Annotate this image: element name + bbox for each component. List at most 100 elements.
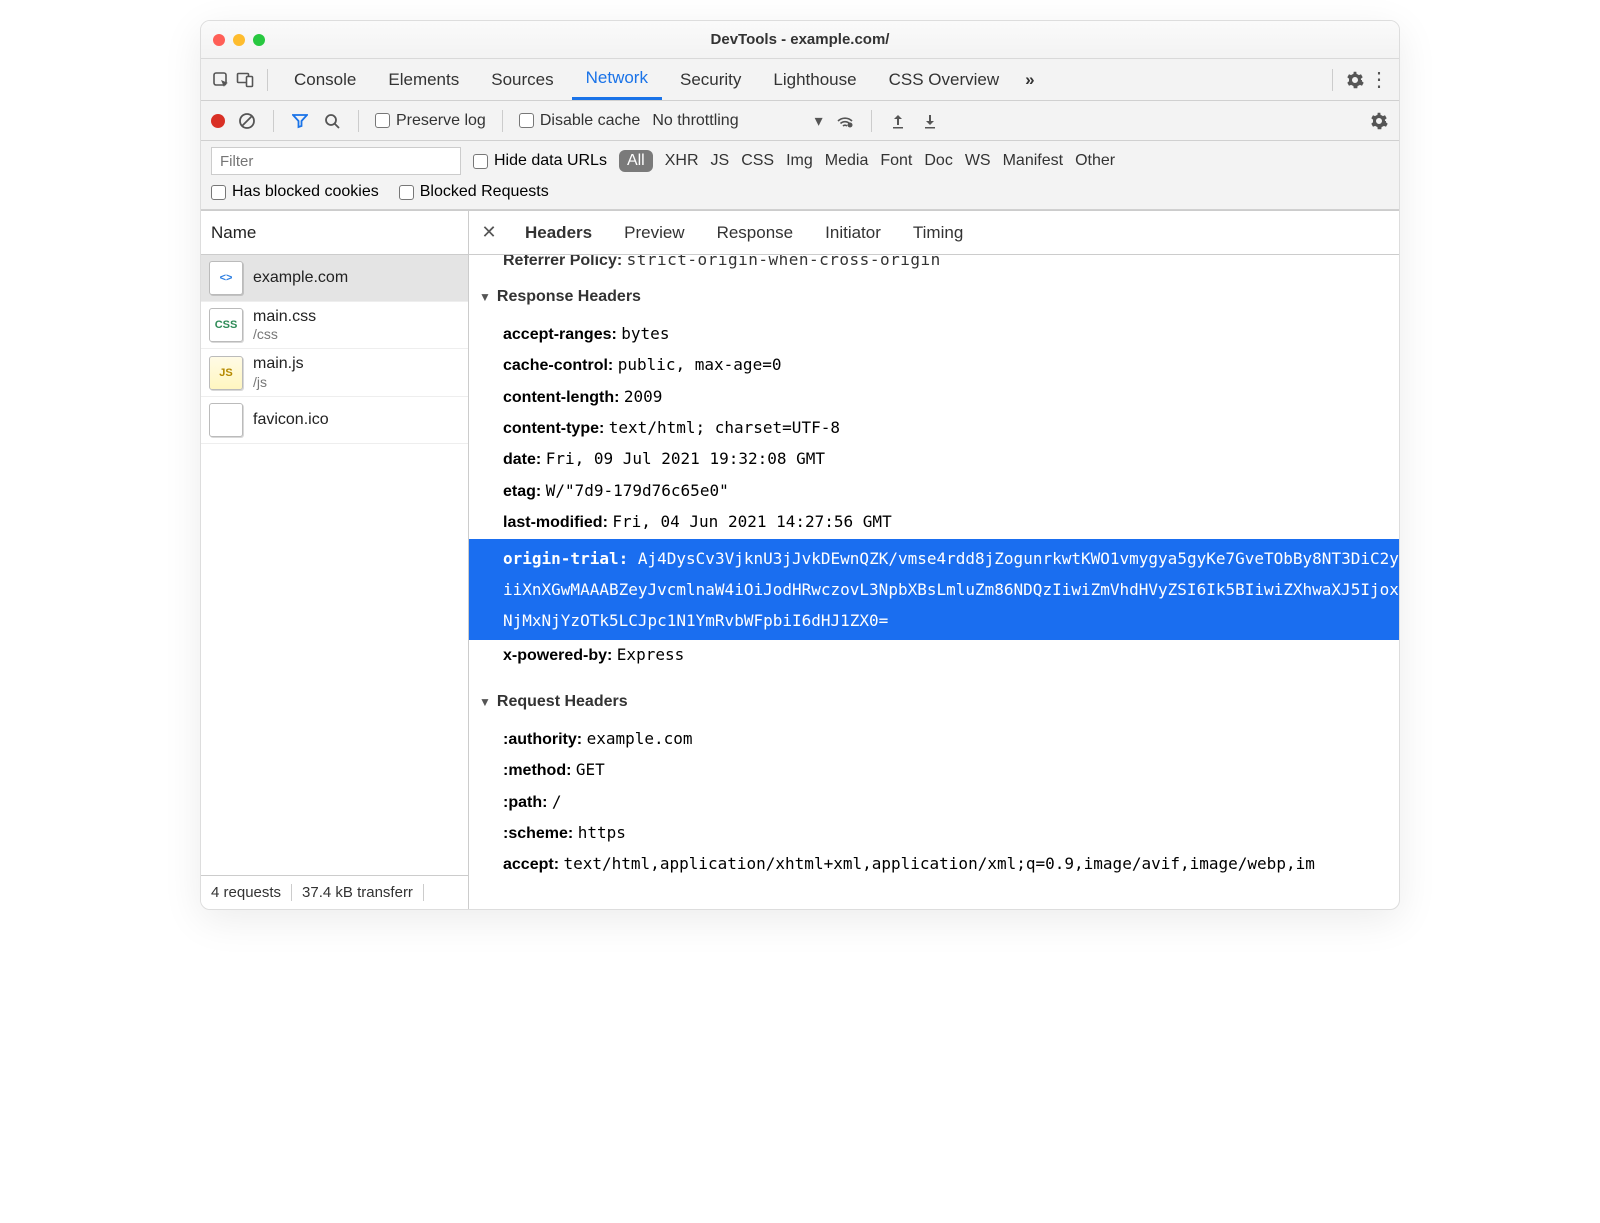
header-key: Referrer Policy:	[503, 255, 622, 269]
search-icon[interactable]	[322, 111, 342, 131]
status-bar: 4 requests 37.4 kB transferr	[201, 875, 468, 909]
triangle-down-icon: ▼	[479, 691, 491, 714]
hide-data-urls-checkbox[interactable]: Hide data URLs	[473, 152, 607, 170]
has-blocked-cookies-checkbox[interactable]: Has blocked cookies	[211, 183, 379, 201]
header-key: origin-trial:	[503, 549, 628, 568]
panel-settings-gear-icon[interactable]	[1369, 111, 1389, 131]
request-path: /css	[253, 326, 316, 342]
request-name: favicon.ico	[253, 411, 329, 429]
blocked-requests-checkbox[interactable]: Blocked Requests	[399, 183, 549, 201]
filter-type-doc[interactable]: Doc	[924, 152, 952, 170]
network-conditions-icon[interactable]	[835, 111, 855, 131]
header-row: accept: text/html,application/xhtml+xml,…	[469, 849, 1399, 880]
filter-type-css[interactable]: CSS	[741, 152, 774, 170]
separator	[267, 69, 268, 91]
has-blocked-cookies-label: Has blocked cookies	[232, 183, 379, 201]
header-row: Referrer Policy: strict-origin-when-cros…	[469, 255, 1399, 276]
device-toolbar-icon[interactable]	[235, 70, 255, 90]
preserve-log-label: Preserve log	[396, 112, 486, 130]
subtab-headers[interactable]: Headers	[509, 211, 608, 254]
filter-type-all[interactable]: All	[619, 150, 653, 172]
request-list-panel: Name <> example.com CSS main.css /css JS	[201, 211, 469, 909]
file-css-icon: CSS	[209, 308, 243, 342]
inspect-element-icon[interactable]	[211, 70, 231, 90]
filter-type-media[interactable]: Media	[825, 152, 869, 170]
request-name: main.js	[253, 355, 304, 373]
subtab-response[interactable]: Response	[701, 211, 810, 254]
disable-cache-checkbox[interactable]: Disable cache	[519, 112, 641, 130]
disable-cache-label: Disable cache	[540, 112, 641, 130]
request-count: 4 requests	[201, 884, 291, 901]
header-row: :method: GET	[469, 755, 1399, 786]
separator	[1332, 69, 1333, 91]
close-details-button[interactable]: ✕	[469, 222, 509, 243]
request-row[interactable]: CSS main.css /css	[201, 302, 468, 349]
filter-input[interactable]	[211, 147, 461, 175]
filter-type-other[interactable]: Other	[1075, 152, 1115, 170]
subtab-preview[interactable]: Preview	[608, 211, 700, 254]
subtab-initiator[interactable]: Initiator	[809, 211, 897, 254]
tab-network[interactable]: Network	[572, 59, 662, 100]
tab-sources[interactable]: Sources	[477, 59, 567, 100]
tab-css-overview[interactable]: CSS Overview	[875, 59, 1014, 100]
request-headers-title: Request Headers	[497, 687, 628, 717]
hide-data-urls-label: Hide data URLs	[494, 152, 607, 170]
blocked-requests-label: Blocked Requests	[420, 183, 549, 201]
record-button[interactable]	[211, 114, 225, 128]
kebab-menu-icon[interactable]: ⋮	[1369, 70, 1389, 90]
transfer-size: 37.4 kB transferr	[291, 884, 424, 901]
headers-content[interactable]: Referrer Policy: strict-origin-when-cros…	[469, 255, 1399, 909]
filter-type-xhr[interactable]: XHR	[665, 152, 699, 170]
header-row: etag: W/"7d9-179d76c65e0"	[469, 476, 1399, 507]
tab-console[interactable]: Console	[280, 59, 370, 100]
panel-tabs: Console Elements Sources Network Securit…	[201, 59, 1399, 101]
file-html-icon: <>	[209, 261, 243, 295]
throttling-select[interactable]: No throttling ▾	[652, 111, 822, 131]
header-row: content-length: 2009	[469, 382, 1399, 413]
header-row: date: Fri, 09 Jul 2021 19:32:08 GMT	[469, 444, 1399, 475]
filter-type-img[interactable]: Img	[786, 152, 813, 170]
header-value: strict-origin-when-cross-origin	[627, 255, 941, 269]
header-row: :authority: example.com	[469, 724, 1399, 755]
main-split: Name <> example.com CSS main.css /css JS	[201, 210, 1399, 909]
header-row: cache-control: public, max-age=0	[469, 350, 1399, 381]
header-row-highlighted[interactable]: origin-trial: Aj4DysCv3VjknU3jJvkDEwnQZK…	[469, 539, 1399, 641]
tab-lighthouse[interactable]: Lighthouse	[759, 59, 870, 100]
clear-icon[interactable]	[237, 111, 257, 131]
details-panel: ✕ Headers Preview Response Initiator Tim…	[469, 211, 1399, 909]
header-row: x-powered-by: Express	[469, 640, 1399, 671]
filter-funnel-icon[interactable]	[290, 111, 310, 131]
preserve-log-checkbox[interactable]: Preserve log	[375, 112, 486, 130]
request-row[interactable]: favicon.ico	[201, 397, 468, 444]
subtab-timing[interactable]: Timing	[897, 211, 979, 254]
tab-security[interactable]: Security	[666, 59, 755, 100]
settings-gear-icon[interactable]	[1345, 70, 1365, 90]
upload-har-icon[interactable]	[888, 111, 908, 131]
request-row[interactable]: JS main.js /js	[201, 349, 468, 396]
download-har-icon[interactable]	[920, 111, 940, 131]
response-headers-toggle[interactable]: ▼ Response Headers	[469, 276, 1399, 318]
request-headers-toggle[interactable]: ▼ Request Headers	[469, 681, 1399, 723]
triangle-down-icon: ▼	[479, 286, 491, 309]
request-row[interactable]: <> example.com	[201, 255, 468, 302]
tab-more[interactable]: »	[1017, 59, 1042, 100]
request-list: <> example.com CSS main.css /css JS main…	[201, 255, 468, 875]
network-toolbar: Preserve log Disable cache No throttling…	[201, 101, 1399, 141]
header-row: accept-ranges: bytes	[469, 319, 1399, 350]
tab-elements[interactable]: Elements	[374, 59, 473, 100]
header-row: content-type: text/html; charset=UTF-8	[469, 413, 1399, 444]
response-headers-title: Response Headers	[497, 282, 641, 312]
column-header-name[interactable]: Name	[201, 211, 468, 255]
header-value: Aj4DysCv3VjknU3jJvkDEwnQZK/vmse4rdd8jZog…	[503, 549, 1399, 630]
file-js-icon: JS	[209, 356, 243, 390]
filter-type-ws[interactable]: WS	[965, 152, 991, 170]
header-row: :scheme: https	[469, 818, 1399, 849]
filter-type-js[interactable]: JS	[711, 152, 730, 170]
filter-type-font[interactable]: Font	[880, 152, 912, 170]
filter-bar: Hide data URLs All XHR JS CSS Img Media …	[201, 141, 1399, 210]
request-name: main.css	[253, 308, 316, 326]
devtools-window: DevTools - example.com/ Console Elements…	[200, 20, 1400, 910]
header-row: last-modified: Fri, 04 Jun 2021 14:27:56…	[469, 507, 1399, 538]
filter-type-manifest[interactable]: Manifest	[1003, 152, 1063, 170]
window-title: DevTools - example.com/	[201, 31, 1399, 48]
